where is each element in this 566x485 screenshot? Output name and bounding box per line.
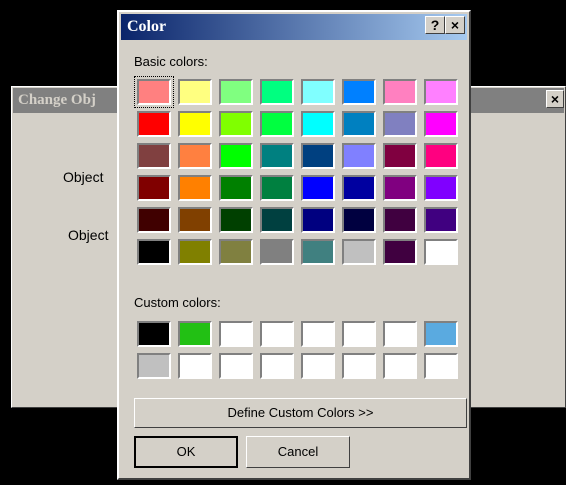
basic-color-swatch-r4-c2[interactable] bbox=[219, 207, 253, 233]
basic-color-swatch-r5-c3[interactable] bbox=[260, 239, 294, 265]
custom-color-swatch-r1-c4[interactable] bbox=[301, 353, 335, 379]
color-dialog: Color ? × Basic colors: Custom colors: D… bbox=[117, 10, 471, 480]
basic-color-swatch-r3-c4[interactable] bbox=[301, 175, 335, 201]
custom-color-swatch-r1-c5[interactable] bbox=[342, 353, 376, 379]
basic-color-swatch-r3-c2[interactable] bbox=[219, 175, 253, 201]
custom-color-swatch-r0-c4[interactable] bbox=[301, 321, 335, 347]
color-dialog-title: Color bbox=[127, 18, 167, 35]
basic-color-swatch-r5-c6[interactable] bbox=[383, 239, 417, 265]
color-dialog-titlebar: Color bbox=[121, 14, 467, 40]
basic-color-swatch-r0-c3[interactable] bbox=[260, 79, 294, 105]
custom-color-swatch-r0-c6[interactable] bbox=[383, 321, 417, 347]
custom-color-swatch-r1-c3[interactable] bbox=[260, 353, 294, 379]
ok-button[interactable]: OK bbox=[134, 436, 238, 468]
basic-color-swatch-r3-c7[interactable] bbox=[424, 175, 458, 201]
cancel-button[interactable]: Cancel bbox=[246, 436, 350, 468]
object-label-2: Object bbox=[68, 227, 109, 243]
basic-color-swatch-r3-c1[interactable] bbox=[178, 175, 212, 201]
basic-color-swatch-r5-c7[interactable] bbox=[424, 239, 458, 265]
custom-colors-label: Custom colors: bbox=[134, 295, 221, 310]
basic-color-swatch-r1-c1[interactable] bbox=[178, 111, 212, 137]
basic-color-swatch-r4-c4[interactable] bbox=[301, 207, 335, 233]
custom-color-swatch-r0-c7[interactable] bbox=[424, 321, 458, 347]
basic-color-swatch-r1-c4[interactable] bbox=[301, 111, 335, 137]
basic-color-swatch-r1-c7[interactable] bbox=[424, 111, 458, 137]
basic-color-swatch-r1-c5[interactable] bbox=[342, 111, 376, 137]
custom-color-swatch-r1-c6[interactable] bbox=[383, 353, 417, 379]
basic-color-swatch-r5-c2[interactable] bbox=[219, 239, 253, 265]
basic-color-swatch-r4-c5[interactable] bbox=[342, 207, 376, 233]
basic-color-swatch-r2-c3[interactable] bbox=[260, 143, 294, 169]
background-close-button[interactable]: × bbox=[546, 90, 564, 108]
custom-color-swatch-r1-c0[interactable] bbox=[137, 353, 171, 379]
basic-color-swatch-r1-c3[interactable] bbox=[260, 111, 294, 137]
close-button[interactable]: × bbox=[445, 16, 465, 34]
basic-color-swatch-r2-c4[interactable] bbox=[301, 143, 335, 169]
basic-color-swatch-r5-c4[interactable] bbox=[301, 239, 335, 265]
basic-color-swatch-r5-c5[interactable] bbox=[342, 239, 376, 265]
basic-color-swatch-r2-c1[interactable] bbox=[178, 143, 212, 169]
basic-colors-label: Basic colors: bbox=[134, 54, 208, 69]
basic-color-swatch-r1-c0[interactable] bbox=[137, 111, 171, 137]
basic-color-swatch-r3-c3[interactable] bbox=[260, 175, 294, 201]
custom-color-swatch-r0-c0[interactable] bbox=[137, 321, 171, 347]
basic-color-swatch-r0-c6[interactable] bbox=[383, 79, 417, 105]
basic-color-swatch-r2-c5[interactable] bbox=[342, 143, 376, 169]
basic-color-swatch-r4-c3[interactable] bbox=[260, 207, 294, 233]
custom-color-swatch-r0-c1[interactable] bbox=[178, 321, 212, 347]
basic-color-swatch-r0-c4[interactable] bbox=[301, 79, 335, 105]
basic-color-swatch-r2-c6[interactable] bbox=[383, 143, 417, 169]
custom-color-swatch-r0-c2[interactable] bbox=[219, 321, 253, 347]
basic-color-swatch-r5-c1[interactable] bbox=[178, 239, 212, 265]
custom-color-swatch-r0-c5[interactable] bbox=[342, 321, 376, 347]
basic-color-swatch-r4-c1[interactable] bbox=[178, 207, 212, 233]
basic-color-swatch-r0-c0[interactable] bbox=[134, 76, 174, 108]
object-label-1: Object bbox=[63, 169, 104, 185]
basic-color-swatch-r1-c6[interactable] bbox=[383, 111, 417, 137]
custom-color-swatch-r0-c3[interactable] bbox=[260, 321, 294, 347]
basic-color-swatch-r4-c6[interactable] bbox=[383, 207, 417, 233]
basic-color-swatch-r2-c2[interactable] bbox=[219, 143, 253, 169]
custom-color-swatch-r1-c1[interactable] bbox=[178, 353, 212, 379]
basic-color-swatch-r3-c0[interactable] bbox=[137, 175, 171, 201]
help-button[interactable]: ? bbox=[425, 16, 445, 34]
custom-color-swatch-r1-c7[interactable] bbox=[424, 353, 458, 379]
basic-color-swatch-r0-c1[interactable] bbox=[178, 79, 212, 105]
basic-color-swatch-r0-c7[interactable] bbox=[424, 79, 458, 105]
custom-color-swatch-r1-c2[interactable] bbox=[219, 353, 253, 379]
basic-color-swatch-r3-c6[interactable] bbox=[383, 175, 417, 201]
basic-color-swatch-r4-c7[interactable] bbox=[424, 207, 458, 233]
basic-color-swatch-r2-c0[interactable] bbox=[137, 143, 171, 169]
basic-color-swatch-r0-c5[interactable] bbox=[342, 79, 376, 105]
basic-color-swatch-r0-c2[interactable] bbox=[219, 79, 253, 105]
basic-color-swatch-r1-c2[interactable] bbox=[219, 111, 253, 137]
basic-color-swatch-r2-c7[interactable] bbox=[424, 143, 458, 169]
basic-color-swatch-r4-c0[interactable] bbox=[137, 207, 171, 233]
basic-color-swatch-r5-c0[interactable] bbox=[137, 239, 171, 265]
define-custom-colors-button[interactable]: Define Custom Colors >> bbox=[134, 398, 467, 428]
basic-color-swatch-r3-c5[interactable] bbox=[342, 175, 376, 201]
